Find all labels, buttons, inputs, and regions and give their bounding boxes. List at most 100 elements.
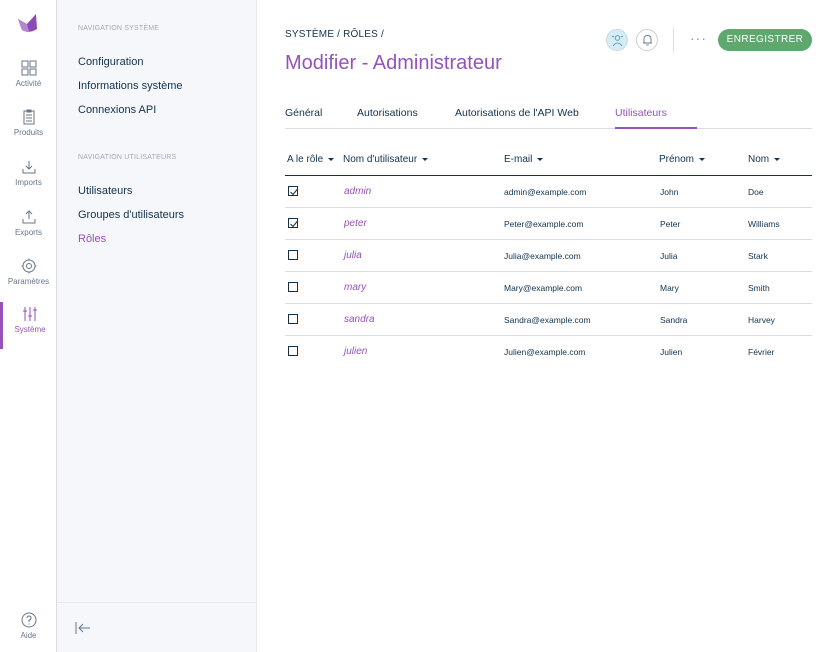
- main-content: SYSTÈME / RÔLES / Modifier - Administrat…: [257, 0, 840, 652]
- last-name-cell: Stark: [748, 251, 768, 261]
- nav-link-user-groups[interactable]: Groupes d'utilisateurs: [78, 209, 184, 221]
- rail-item-exports[interactable]: Exports: [0, 205, 57, 251]
- column-header-first-name[interactable]: Prénom: [659, 154, 706, 165]
- rail-item-activity[interactable]: Activité: [0, 56, 57, 102]
- nav-link-configuration[interactable]: Configuration: [78, 56, 143, 68]
- nav-link-roles[interactable]: Rôles: [78, 233, 106, 245]
- table-body: admin admin@example.com John Doe peter P…: [285, 176, 812, 368]
- checkmark-icon: [290, 188, 298, 196]
- sort-caret-icon: [699, 157, 706, 161]
- rail-label: Activité: [15, 79, 42, 88]
- users-table: A le rôle Nom d'utilisateur E-mail Préno…: [285, 150, 812, 368]
- rail-label: Imports: [15, 178, 42, 187]
- has-role-checkbox[interactable]: [288, 314, 298, 324]
- first-name-cell: Mary: [660, 283, 679, 293]
- has-role-checkbox[interactable]: [288, 282, 298, 292]
- sort-caret-icon: [422, 157, 429, 161]
- help-icon: [21, 612, 36, 628]
- first-name-cell: John: [660, 187, 679, 197]
- tab-web-api-permissions[interactable]: Autorisations de l'API Web: [455, 107, 579, 129]
- username-cell[interactable]: julia: [344, 250, 362, 261]
- user-avatar-icon: [611, 35, 624, 47]
- table-row[interactable]: peter Peter@example.com Peter Williams: [285, 208, 812, 240]
- first-name-cell: Julien: [660, 347, 683, 357]
- email-cell: Julia@example.com: [504, 251, 581, 261]
- has-role-checkbox[interactable]: [288, 250, 298, 260]
- main-rail: Activité Produits Imports Exports Paramè…: [0, 0, 57, 652]
- settings-icon: [21, 258, 36, 274]
- column-header-email[interactable]: E-mail: [504, 154, 544, 165]
- nav-link-users[interactable]: Utilisateurs: [78, 185, 132, 197]
- avatar[interactable]: [606, 29, 628, 51]
- column-header-has-role[interactable]: A le rôle: [287, 154, 335, 165]
- last-name-cell: Février: [748, 347, 775, 357]
- rail-item-products[interactable]: Produits: [0, 105, 57, 151]
- rail-item-imports[interactable]: Imports: [0, 155, 57, 201]
- table-row[interactable]: admin admin@example.com John Doe: [285, 176, 812, 208]
- email-cell: Julien@example.com: [504, 347, 586, 357]
- table-row[interactable]: mary Mary@example.com Mary Smith: [285, 272, 812, 304]
- has-role-checkbox[interactable]: [288, 186, 298, 196]
- username-cell[interactable]: sandra: [344, 314, 375, 325]
- nav-link-api-connections[interactable]: Connexions API: [78, 104, 156, 116]
- sort-caret-icon: [328, 157, 335, 161]
- users-nav-title: NAVIGATION UTILISATEURS: [78, 154, 177, 161]
- rail-label: Produits: [13, 128, 44, 137]
- has-role-checkbox[interactable]: [288, 346, 298, 356]
- page-title: Modifier - Administrateur: [285, 52, 502, 74]
- username-cell[interactable]: peter: [344, 218, 367, 229]
- tab-permissions[interactable]: Autorisations: [357, 107, 418, 129]
- column-header-last-name[interactable]: Nom: [748, 154, 781, 165]
- collapse-panel-icon[interactable]: [75, 621, 91, 635]
- collapse-bar: [57, 602, 256, 652]
- rail-label: Paramètres: [7, 277, 50, 286]
- table-row[interactable]: sandra Sandra@example.com Sandra Harvey: [285, 304, 812, 336]
- last-name-cell: Williams: [748, 219, 780, 229]
- system-nav-title: NAVIGATION SYSTÈME: [78, 25, 160, 32]
- dashboard-icon: [21, 60, 36, 76]
- last-name-cell: Harvey: [748, 315, 775, 325]
- email-cell: Mary@example.com: [504, 283, 583, 293]
- rail-label: Aide: [20, 631, 37, 640]
- export-icon: [22, 210, 35, 224]
- email-cell: admin@example.com: [504, 187, 587, 197]
- table-row[interactable]: julia Julia@example.com Julia Stark: [285, 240, 812, 272]
- tab-bar: Général Autorisations Autorisations de l…: [285, 106, 812, 129]
- header-divider: [673, 28, 674, 52]
- last-name-cell: Smith: [748, 283, 770, 293]
- system-sliders-icon: [23, 307, 37, 321]
- products-icon: [23, 109, 34, 125]
- first-name-cell: Peter: [660, 219, 681, 229]
- rail-item-system[interactable]: Système: [0, 302, 57, 349]
- rail-label: Exports: [14, 228, 43, 237]
- rail-label: Système: [14, 325, 46, 334]
- save-button[interactable]: ENREGISTRER: [718, 29, 812, 51]
- has-role-checkbox[interactable]: [288, 218, 298, 228]
- email-cell: Sandra@example.com: [504, 315, 591, 325]
- tab-users[interactable]: Utilisateurs: [615, 107, 697, 129]
- column-header-label: Prénom: [659, 154, 695, 165]
- breadcrumb[interactable]: SYSTÈME / RÔLES /: [285, 29, 384, 40]
- akeneo-logo[interactable]: [17, 12, 39, 34]
- last-name-cell: Doe: [748, 187, 764, 197]
- rail-item-settings[interactable]: Paramètres: [0, 254, 57, 300]
- column-header-label: E-mail: [504, 154, 533, 165]
- username-cell[interactable]: admin: [344, 186, 371, 197]
- column-header-username[interactable]: Nom d'utilisateur: [343, 154, 429, 165]
- first-name-cell: Julia: [660, 251, 678, 261]
- nav-link-system-info[interactable]: Informations système: [78, 80, 183, 92]
- checkmark-icon: [290, 220, 298, 228]
- more-actions-button[interactable]: ···: [690, 30, 707, 46]
- email-cell: Peter@example.com: [504, 219, 584, 229]
- table-row[interactable]: julien Julien@example.com Julien Février: [285, 336, 812, 368]
- username-cell[interactable]: mary: [344, 282, 366, 293]
- rail-item-help[interactable]: Aide: [0, 608, 57, 652]
- sort-caret-icon: [774, 157, 781, 161]
- tab-general[interactable]: Général: [285, 107, 322, 129]
- username-cell[interactable]: julien: [344, 346, 367, 357]
- column-header-label: Nom d'utilisateur: [343, 154, 418, 165]
- notifications-button[interactable]: [636, 29, 658, 51]
- bell-icon: [643, 35, 652, 46]
- secondary-nav: NAVIGATION SYSTÈME Configuration Informa…: [57, 0, 257, 652]
- import-icon: [22, 161, 35, 174]
